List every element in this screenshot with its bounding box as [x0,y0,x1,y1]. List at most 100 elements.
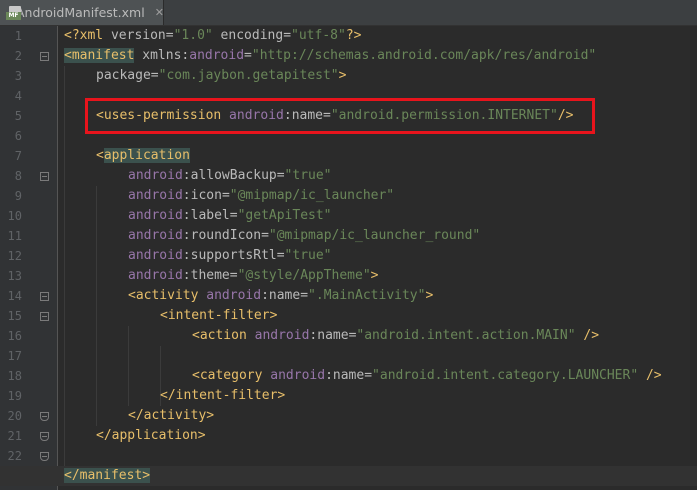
line-number: 11 [7,229,22,243]
line-number: 18 [7,369,22,383]
attr-name: allowBackup [190,168,277,183]
equals: = [150,68,159,83]
indent-guide [128,326,129,406]
tag-bracket: > [142,468,151,483]
line-number: 16 [7,329,22,343]
code-editor[interactable]: <?xml version="1.0" encoding="utf-8"?> <… [58,26,697,490]
colon: : [182,208,191,223]
code-line-13: android:theme="@style/AppTheme"> [128,266,378,286]
line-number: 21 [7,429,22,443]
fold-end-icon[interactable] [40,412,49,421]
attr-value: ".MainActivity" [308,288,426,303]
attr-value: "true" [284,248,332,263]
tag-bracket: < [128,288,136,303]
equals: = [244,48,252,63]
equals: = [276,168,285,183]
equals: = [165,28,174,43]
line-number: 19 [7,389,22,403]
code-line-21: </application> [96,426,206,446]
code-line-1: <?xml version="1.0" encoding="utf-8"?> [64,26,361,46]
tag-bracket: < [192,328,200,343]
xml-decl-close: ?> [345,28,362,43]
close-icon[interactable]: ✕ [155,6,164,19]
colon: : [182,168,191,183]
tab-title: AndroidManifest.xml [16,5,145,20]
code-line-18: <category android:name="android.intent.c… [192,366,662,386]
indent-guide [64,66,65,466]
equals: = [229,208,238,223]
tag-name: category [199,368,263,383]
line-number: 20 [7,409,22,423]
line-number: 8 [14,169,22,183]
code-line-15: <intent-filter> [160,306,277,326]
equals: = [276,248,285,263]
line-number: 13 [7,269,22,283]
colon: : [325,368,333,383]
attr-value: "android.intent.category.LAUNCHER" [372,368,639,383]
tag-name: manifest [71,48,135,63]
namespace: android [128,228,183,243]
code-line-12: android:supportsRtl="true" [128,246,332,266]
attr-name: name [268,288,301,303]
fold-toggle-icon[interactable] [40,312,49,321]
line-number: 22 [7,449,22,463]
code-line-9: android:icon="@mipmap/ic_launcher" [128,186,394,206]
equals: = [300,288,309,303]
tag-open: <intent-filter> [160,308,278,323]
code-line-11: android:roundIcon="@mipmap/ic_launcher_r… [128,226,480,246]
code-line-20: </activity> [128,406,214,426]
line-number-gutter: 1 2 3 4 5 6 7 8 9 10 11 12 13 14 15 16 1… [0,26,57,490]
attr-name: xmlns: [134,48,190,63]
namespace: android [262,368,326,383]
namespace: android [246,328,310,343]
attr-value: "utf-8" [291,28,346,43]
line-number: 14 [7,289,22,303]
fold-end-icon[interactable] [40,432,49,441]
equals: = [261,228,269,243]
tag-bracket: < [192,368,200,383]
tag-close: </activity> [128,408,215,423]
colon: : [182,188,191,203]
tag-close: </application> [96,428,206,443]
code-line-14: <activity android:name=".MainActivity"> [128,286,433,306]
tag-bracket: < [64,468,72,483]
line-number: 10 [7,209,22,223]
attr-name: icon [190,188,222,203]
attr-value: "@style/AppTheme" [237,268,371,283]
attr-name: roundIcon [190,228,262,243]
line-number: 4 [14,89,22,103]
attr-name: theme [190,268,230,283]
line-number: 2 [14,49,22,63]
colon: : [182,268,191,283]
code-line-2: <manifest xmlns:android="http://schemas.… [64,46,596,66]
tag-bracket: > [370,268,379,283]
tag-name: action [199,328,247,343]
fold-end-icon[interactable] [40,452,49,461]
tag-name: /manifest [71,468,143,483]
indent-guide [96,186,97,426]
tag-close: /> [575,328,600,343]
code-line-23: </manifest> [64,466,151,486]
attr-value: "@mipmap/ic_launcher" [229,188,395,203]
namespace: android [198,288,262,303]
namespace: android [189,48,245,63]
code-line-16: <action android:name="android.intent.act… [192,326,599,346]
line-number: 6 [14,129,22,143]
line-number: 5 [14,109,22,123]
attr-value: "@mipmap/ic_launcher_round" [268,228,481,243]
tab-android-manifest[interactable]: MF AndroidManifest.xml ✕ [0,0,164,25]
fold-toggle-icon[interactable] [40,52,49,61]
code-line-8: android:allowBackup="true" [128,166,332,186]
attr-name: supportsRtl [190,248,277,263]
attr-name: package [96,68,151,83]
xml-keyword: xml [79,28,104,43]
namespace: android [128,208,183,223]
tag-name: activity [135,288,199,303]
fold-toggle-icon[interactable] [40,292,49,301]
colon: : [182,248,191,263]
attr-value: "1.0" [173,28,213,43]
tag-bracket: > [338,68,347,83]
attr-value: "getApiTest" [237,208,332,223]
fold-toggle-icon[interactable] [40,172,49,181]
line-number: 12 [7,249,22,263]
